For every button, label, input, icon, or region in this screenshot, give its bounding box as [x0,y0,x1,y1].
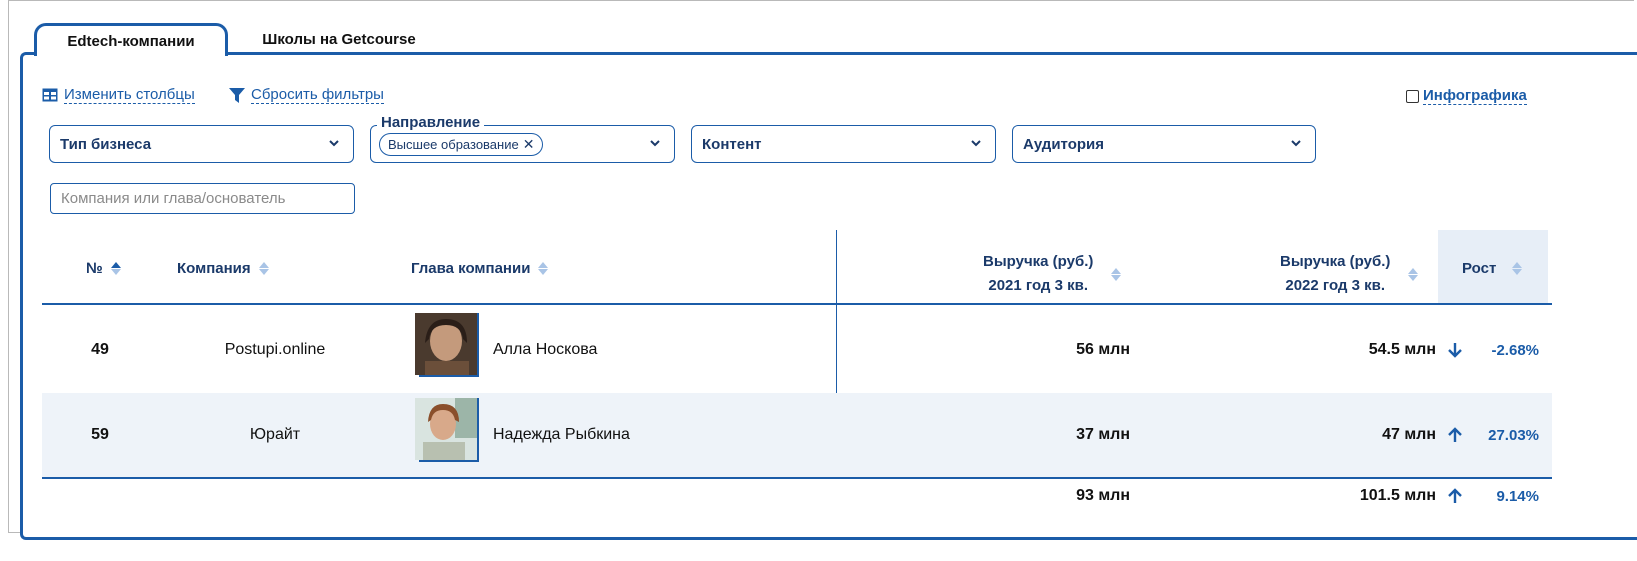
change-columns-label: Изменить столбцы [64,86,195,104]
table-columns-icon [42,88,58,102]
table-row-company[interactable]: Postupi.online [200,341,350,359]
company-header[interactable]: Компания [177,260,269,277]
table-row-rank: 59 [91,426,109,443]
sort-icon [110,262,121,275]
revenue-2021-header[interactable]: Выручка (руб.) 2021 год 3 кв. [983,250,1122,298]
audience-label: Аудитория [1023,135,1104,153]
arrow-up-icon [1448,427,1462,442]
infographics-toggle[interactable]: Инфографика [1406,87,1527,105]
arrow-up-icon [1448,488,1462,503]
audience-select[interactable]: Аудитория [1012,125,1316,163]
sort-icon [1512,262,1523,275]
table-row-revenue-2021: 56 млн [1076,341,1130,358]
revenue-2022-header-line1: Выручка (руб.) [1280,253,1391,270]
revenue-2022-header[interactable]: Выручка (руб.) 2022 год 3 кв. [1280,250,1419,298]
reset-filters-button[interactable]: Сбросить фильтры [229,86,384,104]
direction-chip[interactable]: Высшее образование ✕ [379,132,544,156]
table-row-revenue-2022: 47 млн [1382,426,1436,443]
sort-icon [258,262,269,275]
revenue-2021-header-line2: 2021 год 3 кв. [988,277,1089,294]
infographics-label: Инфографика [1423,87,1527,105]
sort-icon [538,262,549,275]
growth-header[interactable]: Рост [1462,260,1523,277]
sort-icon [1408,267,1419,281]
company-header-label: Компания [177,260,251,277]
content-label: Контент [702,135,762,153]
table-row-growth: 27.03% [1488,427,1539,444]
chevron-down-icon [1291,140,1301,147]
table-row-growth: -2.68% [1491,342,1539,359]
chevron-down-icon [971,140,981,147]
tab-getcourse-schools[interactable]: Школы на Getcourse [244,23,434,55]
head-header-label: Глава компании [411,260,531,277]
change-columns-button[interactable]: Изменить столбцы [42,86,195,104]
table-row-revenue-2022: 54.5 млн [1368,341,1436,358]
avatar [415,398,479,462]
business-type-label: Тип бизнеса [60,135,152,153]
direction-legend: Направление [377,115,485,131]
filter-icon [229,87,245,103]
table-row-head: Надежда Рыбкина [493,426,630,443]
revenue-2022-header-line2: 2022 год 3 кв. [1285,277,1386,294]
close-icon[interactable]: ✕ [523,136,535,153]
header-divider [42,303,1552,305]
head-header[interactable]: Глава компании [411,260,549,277]
total-divider [42,477,1552,479]
arrow-down-icon [1448,343,1462,358]
business-type-select[interactable]: Тип бизнеса [49,125,354,163]
table-row-company[interactable]: Юрайт [200,426,350,444]
table-row-revenue-2021: 37 млн [1076,426,1130,443]
search-input[interactable] [50,183,355,214]
sort-icon [1111,267,1122,281]
rank-header-label: № [86,260,103,277]
total-revenue-2022: 101.5 млн [1359,487,1436,504]
reset-filters-label: Сбросить фильтры [251,86,384,104]
total-growth: 9.14% [1496,488,1539,505]
tab-edtech-companies[interactable]: Edtech-компании [34,23,228,56]
direction-chip-label: Высшее образование [388,136,519,152]
total-revenue-2021: 93 млн [1076,487,1130,504]
rank-header[interactable]: № [86,260,121,277]
infographics-checkbox[interactable] [1406,89,1419,103]
revenue-2021-header-line1: Выручка (руб.) [983,253,1094,270]
growth-header-label: Рост [1462,260,1497,277]
avatar [415,313,479,377]
chevron-down-icon [329,140,339,147]
table-row-head: Алла Носкова [493,341,598,358]
content-select[interactable]: Контент [691,125,996,163]
chevron-down-icon [650,140,660,147]
table-row-rank: 49 [91,341,109,358]
